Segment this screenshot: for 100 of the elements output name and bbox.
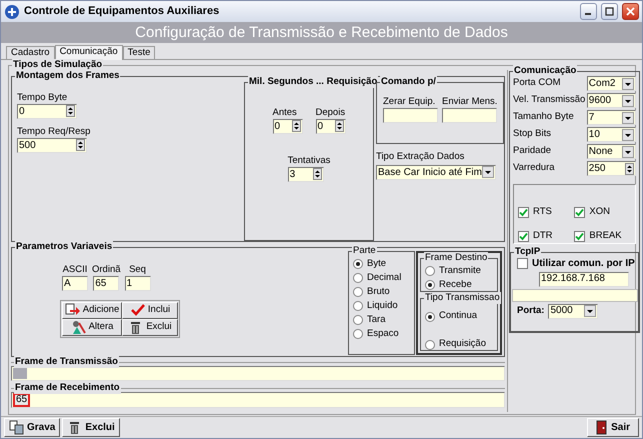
field-label: Porta: [517,306,544,316]
ip-field[interactable]: 192.168.7.168 [539,272,629,286]
spin-arrows-icon [334,120,344,132]
dropdown-field[interactable]: 9600 [586,93,636,108]
field-label: Tempo Byte [17,93,68,104]
radio-button[interactable] [425,340,435,350]
dropdown-field[interactable]: 10 [586,127,636,142]
radio-button[interactable] [353,287,363,298]
spin-arrows-icon [76,139,85,152]
input-field[interactable]: A [62,276,88,291]
field-label: Tipo Extração Dados [376,152,466,163]
radio-label: Decimal [367,272,402,284]
group-title: TcpIP [514,246,542,258]
spin-arrows-icon [624,162,634,174]
tab[interactable]: Teste [122,46,156,59]
dropdown-field[interactable]: 5000 [548,304,598,318]
form-button[interactable]: Altera [62,318,122,336]
tab[interactable]: Comunicação [54,45,123,60]
radio-button[interactable] [425,280,435,290]
number-field[interactable]: 500 [17,138,87,153]
toolbar-button[interactable]: Grava [4,418,60,437]
frame-field[interactable]: 65 [11,392,505,408]
checkbox[interactable] [518,207,529,218]
radio-label: Bruto [367,286,390,298]
checkbox[interactable] [518,231,529,242]
checkbox[interactable] [517,258,528,270]
field-label: Tempo Req/Resp [17,126,92,138]
copy-icon [9,420,24,435]
radio-label: Continua [439,311,478,322]
radio-label: Requisição [439,339,486,350]
field-label: Porta COM [513,78,561,89]
check-icon [519,232,528,241]
radio-label: Byte [367,259,386,270]
form-button[interactable]: Inclui [122,302,178,319]
checkbox-label: Utilizar comun. por IP [532,258,635,270]
field-label: Antes [272,108,298,119]
field-label: Zerar Equip. [383,97,436,108]
close-button[interactable] [622,3,639,20]
minimize-button[interactable] [580,3,597,20]
field-label: ASCII [62,265,88,276]
number-field[interactable]: 0 [17,104,77,119]
dropdown-field[interactable]: Base Car Inicio até Fim [376,164,496,180]
field-label: Tentativas [288,156,330,167]
spin-arrows-icon [66,105,75,118]
document-arrow-icon [64,302,80,318]
number-field[interactable]: 250 [586,161,636,176]
input-field[interactable] [383,108,438,123]
toolbar-button[interactable]: Sair [587,418,639,437]
toolbar-button[interactable]: Exclui [62,418,120,437]
radio-label: Espaco [367,328,399,340]
input-field[interactable] [442,108,497,123]
radio-button[interactable] [353,259,363,270]
radio-label: Tara [367,314,386,326]
radio-button[interactable] [425,312,435,322]
group-title: Mil. Segundos ... Requisição [248,76,378,88]
radio-button[interactable] [353,301,363,312]
checkbox-label: BREAK [589,231,622,242]
input-field[interactable]: 1 [124,276,151,291]
check-icon [575,208,584,217]
radio-button[interactable] [353,273,363,284]
check-icon [130,302,145,318]
maximize-button[interactable] [601,3,618,20]
form-button[interactable]: Exclui [122,318,178,336]
group-title: Comunicação [513,65,578,77]
group-title: Montagem dos Frames [15,70,120,82]
group-title: Tipo Transmissao [424,292,501,304]
form-button[interactable]: Adicione [62,302,122,319]
header-banner: Configuração de Transmissão e Recebimento de Dados [1,22,642,43]
radio-button[interactable] [353,315,363,326]
spin-arrows-icon [292,120,300,132]
input-field[interactable]: 65 [93,276,120,291]
dropdown-field[interactable]: None [586,144,636,159]
group-title: Frame de Recebimento [14,382,121,394]
radio-label: Recebe [439,280,472,291]
dropdown-field[interactable]: Com2 [586,76,636,91]
number-field[interactable]: 0 [272,118,302,134]
frame-field[interactable] [11,366,505,381]
field-label: Paridade [513,146,552,157]
number-field[interactable]: 3 [288,166,324,182]
radio-button[interactable] [353,329,363,340]
tab[interactable]: Cadastro [6,46,55,59]
field-label: Varredura [513,163,555,174]
field-label: Enviar Mens. [442,97,498,108]
checkbox-label: DTR [533,231,553,242]
field-label: Stop Bits [513,129,552,140]
group-title: Tipos de Simulação [12,59,104,71]
maximize-icon [605,7,614,16]
people-icon [70,320,86,335]
frame-cell [13,368,27,379]
number-field[interactable]: 0 [316,118,346,134]
byte-cell: 65 [13,393,30,407]
field-label: Ordinã [92,265,121,276]
radio-label: Liquido [367,300,398,312]
group-title: Frame de Transmissão [14,356,119,368]
dropdown-field[interactable]: 7 [586,110,636,125]
checkbox[interactable] [574,231,586,242]
radio-button[interactable] [425,266,435,276]
checkbox[interactable] [574,207,586,218]
door-icon [596,420,608,435]
check-icon [575,232,584,241]
